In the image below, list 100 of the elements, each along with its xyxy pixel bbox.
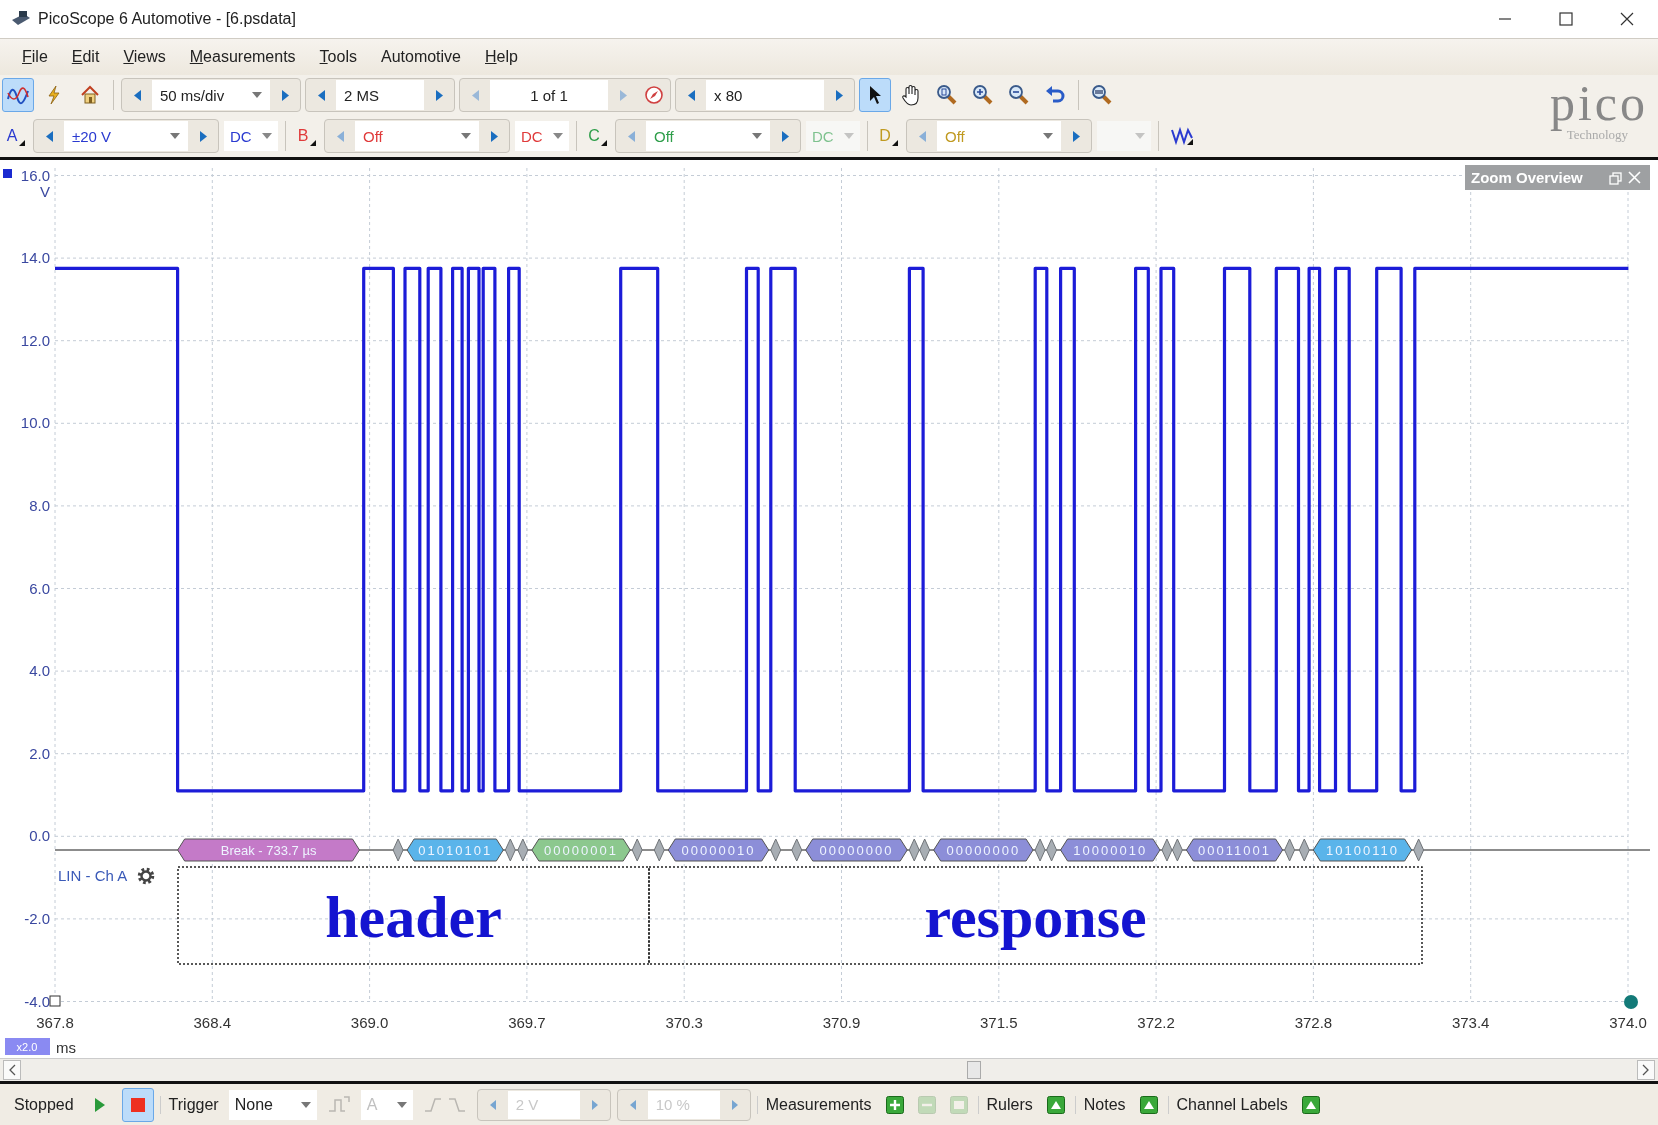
status-label: Measurements xyxy=(756,1095,876,1114)
decoded-packet[interactable] xyxy=(177,838,360,862)
decoded-packet[interactable] xyxy=(805,838,908,862)
status-label: Rulers xyxy=(977,1095,1037,1114)
scroll-left-button[interactable] xyxy=(3,1060,21,1080)
packet-value: 01010101 xyxy=(418,843,493,858)
plus-icon xyxy=(885,1095,904,1114)
pointer-button[interactable] xyxy=(859,78,891,112)
channel-button[interactable]: B xyxy=(293,120,319,152)
edges-icon xyxy=(422,1095,467,1114)
magnifier-icon xyxy=(936,84,958,106)
play-icon xyxy=(93,1097,106,1112)
table-icon xyxy=(949,1095,968,1114)
x-axis-unit: ms xyxy=(56,1039,76,1056)
coupling-dropdown[interactable]: DC xyxy=(515,121,569,151)
packet-value: 10100110 xyxy=(1326,843,1399,858)
decoded-packet[interactable] xyxy=(406,838,504,862)
magnifier-icon xyxy=(972,84,994,106)
coupling-dropdown[interactable]: DC xyxy=(224,121,278,151)
y-axis-label: 12.0 xyxy=(20,331,50,349)
x-axis-label: 371.5 xyxy=(980,1014,1018,1031)
hand-icon xyxy=(901,84,921,106)
window-title: PicoScope 6 Automotive - [6.psdata] xyxy=(38,10,296,28)
logo-tagline: Technology xyxy=(1566,127,1628,143)
status-label: Channel Labels xyxy=(1167,1095,1292,1114)
zoom-badge-text: x2.0 xyxy=(16,1041,38,1053)
caret-icon xyxy=(844,133,854,139)
chevron-left-icon xyxy=(8,1064,16,1076)
x-axis-label: 368.4 xyxy=(193,1014,232,1031)
packet-value: 00000000 xyxy=(819,843,894,858)
caret-icon xyxy=(1043,133,1053,139)
decoded-packet[interactable] xyxy=(1312,838,1413,862)
y-axis-label: 8.0 xyxy=(29,496,50,514)
settings-icon[interactable] xyxy=(137,867,155,885)
maximize-icon[interactable] xyxy=(1559,12,1573,26)
range-dropdown[interactable]: Off xyxy=(646,121,770,151)
x-axis-label: 370.3 xyxy=(665,1014,703,1031)
left-triangle-icon xyxy=(918,130,926,142)
menu-item[interactable]: Tools xyxy=(307,48,369,66)
x-axis-label: 367.8 xyxy=(36,1014,74,1031)
decoded-packet[interactable] xyxy=(1185,838,1284,862)
scroll-right-button[interactable] xyxy=(1637,1060,1655,1080)
menu-item[interactable]: Views xyxy=(111,48,178,66)
packet-value: 00011001 xyxy=(1198,843,1271,858)
menu-item[interactable]: Edit xyxy=(59,48,112,66)
zoom-overview-title: Zoom Overview xyxy=(1471,169,1583,186)
status-label: Notes xyxy=(1074,1095,1130,1114)
menu-item[interactable]: Automotive xyxy=(368,48,473,66)
x-axis-label: 370.9 xyxy=(822,1014,861,1031)
scope-mode-button[interactable] xyxy=(2,78,34,112)
y-axis-label: 4.0 xyxy=(29,662,50,680)
menu-item[interactable]: File xyxy=(10,48,60,66)
packet-value: Break - 733.7 µs xyxy=(220,843,317,858)
stop-icon xyxy=(130,1097,145,1112)
x-axis-label: 373.4 xyxy=(1451,1014,1490,1031)
decoded-packet[interactable] xyxy=(933,838,1034,862)
left-triangle-icon xyxy=(133,89,141,101)
range-dropdown[interactable]: Off xyxy=(355,121,479,151)
y-axis-label: 10.0 xyxy=(20,414,50,432)
y-axis-label: 16.0 xyxy=(20,166,50,184)
scroll-thumb[interactable] xyxy=(967,1061,981,1079)
x-axis-label: 374.0 xyxy=(1609,1014,1647,1031)
decoded-packet[interactable] xyxy=(531,838,631,862)
x-axis-label: 369.7 xyxy=(508,1014,546,1031)
x-axis-label: 372.8 xyxy=(1294,1014,1333,1031)
caret-icon xyxy=(461,133,471,139)
x-axis-label: 369.0 xyxy=(350,1014,389,1031)
caret-icon xyxy=(1135,133,1145,139)
corner-icon xyxy=(601,140,607,146)
minus-icon xyxy=(917,1095,936,1114)
status-label: Stopped xyxy=(13,1095,75,1114)
y-axis-unit: V xyxy=(40,183,50,200)
packet-value: 00000001 xyxy=(544,843,618,858)
y-axis-label: -4.0 xyxy=(24,992,50,1010)
right-triangle-icon xyxy=(490,130,498,142)
restore-icon[interactable] xyxy=(1609,172,1622,185)
decoded-packet[interactable] xyxy=(1060,838,1161,862)
undo-icon xyxy=(1045,85,1065,105)
decoded-packet[interactable] xyxy=(667,838,770,862)
waveform-icon xyxy=(6,85,30,105)
menu-item[interactable]: Help xyxy=(473,48,530,66)
caret-icon xyxy=(300,1101,311,1108)
range-dropdown[interactable]: ±20 V xyxy=(64,121,188,151)
timebase-dropdown[interactable]: 50 ms/div xyxy=(152,80,270,110)
channel-button[interactable]: A xyxy=(2,120,28,152)
close-icon[interactable] xyxy=(1620,12,1634,26)
trigger-dropdown[interactable]: None xyxy=(228,1089,317,1120)
y-axis-label: 6.0 xyxy=(29,579,50,597)
caret-icon xyxy=(752,133,762,139)
y-axis-label: 14.0 xyxy=(20,249,50,267)
ruler-handle-icon[interactable] xyxy=(1624,995,1638,1009)
packet-value: 00000000 xyxy=(946,843,1021,858)
pulse-icon xyxy=(327,1095,350,1114)
axis-handle-icon xyxy=(49,995,61,1007)
left-triangle-icon xyxy=(45,130,53,142)
caret-icon xyxy=(170,133,180,139)
stop-button[interactable] xyxy=(121,1087,154,1122)
menu-item[interactable]: Measurements xyxy=(177,48,308,66)
caret-icon xyxy=(252,92,262,98)
magnifier-icon xyxy=(1091,84,1113,106)
